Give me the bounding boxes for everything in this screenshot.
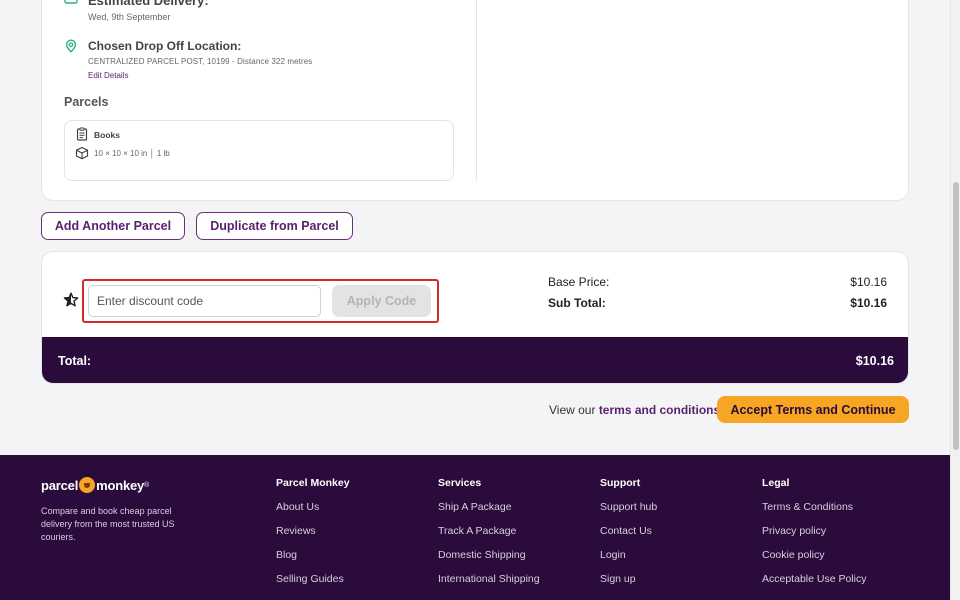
footer-link-about-us[interactable]: About Us	[276, 501, 350, 515]
estimated-delivery-label: Estimated Delivery:	[88, 0, 209, 8]
parcel-name: Books	[94, 130, 120, 140]
footer-link-contact-us[interactable]: Contact Us	[600, 525, 657, 539]
footer-column-services: Services Ship A Package Track A Package …	[438, 477, 540, 597]
total-value: $10.16	[855, 354, 894, 368]
scrollbar-thumb[interactable]	[953, 182, 959, 450]
column-divider	[476, 0, 477, 181]
footer-link-cookie-policy[interactable]: Cookie policy	[762, 549, 866, 563]
footer-link-reviews[interactable]: Reviews	[276, 525, 350, 539]
footer-column-support: Support Support hub Contact Us Login Sig…	[600, 477, 657, 597]
parcels-heading: Parcels	[64, 95, 109, 109]
price-summary-card: Apply Code Base Price: $10.16 Sub Total:…	[41, 251, 909, 384]
terms-and-conditions-link[interactable]: terms and conditions	[599, 403, 720, 417]
footer-link-terms[interactable]: Terms & Conditions	[762, 501, 866, 515]
footer-tagline: Compare and book cheap parcel delivery f…	[41, 506, 175, 542]
footer-link-login[interactable]: Login	[600, 549, 657, 563]
parcel-dimensions: 10 × 10 × 10 in │ 1 lb	[94, 149, 170, 158]
shipment-details-card: Estimated Delivery: Wed, 9th September C…	[41, 0, 909, 201]
footer-column-legal: Legal Terms & Conditions Privacy policy …	[762, 477, 866, 597]
terms-line: View our terms and conditions	[549, 403, 720, 417]
dropoff-address: CENTRALIZED PARCEL POST, 10199 - Distanc…	[88, 57, 313, 66]
footer-link-blog[interactable]: Blog	[276, 549, 350, 563]
calendar-icon	[64, 0, 78, 4]
parcel-monkey-logo[interactable]: parcel monkey ®	[41, 477, 149, 493]
footer-link-acceptable-use-policy[interactable]: Acceptable Use Policy	[762, 573, 866, 587]
footer-link-ship-a-package[interactable]: Ship A Package	[438, 501, 540, 515]
footer-link-domestic-shipping[interactable]: Domestic Shipping	[438, 549, 540, 563]
footer-link-support-hub[interactable]: Support hub	[600, 501, 657, 515]
total-label: Total:	[58, 354, 92, 368]
page-scrollbar[interactable]	[950, 0, 960, 600]
logo-text-left: parcel	[41, 477, 79, 493]
parcel-item: Books 10 × 10 × 10 in │ 1 lb	[64, 120, 454, 181]
dropoff-location-label: Chosen Drop Off Location:	[88, 39, 242, 53]
clipboard-icon	[76, 127, 88, 141]
footer-heading: Legal	[762, 477, 790, 489]
subtotal-value: $10.16	[850, 296, 887, 310]
apply-code-button[interactable]: Apply Code	[332, 285, 431, 317]
footer-link-track-a-package[interactable]: Track A Package	[438, 525, 540, 539]
add-another-parcel-button[interactable]: Add Another Parcel	[41, 212, 185, 240]
footer-heading: Services	[438, 477, 482, 489]
star-icon	[63, 292, 79, 307]
footer-heading: Support	[600, 477, 641, 489]
footer-column-parcel-monkey: Parcel Monkey About Us Reviews Blog Sell…	[276, 477, 350, 597]
base-price-value: $10.16	[850, 275, 887, 289]
monkey-face-icon	[79, 477, 96, 493]
footer-link-sign-up[interactable]: Sign up	[600, 573, 657, 587]
site-footer: parcel monkey ® Compare and book cheap p…	[0, 455, 950, 600]
subtotal-label: Sub Total:	[548, 296, 606, 310]
footer-heading: Parcel Monkey	[276, 477, 350, 489]
total-bar: Total: $10.16	[42, 337, 908, 383]
logo-text-right: monkey	[96, 477, 145, 493]
accept-terms-continue-button[interactable]: Accept Terms and Continue	[717, 396, 909, 423]
box-icon	[75, 146, 89, 160]
logo-registered-mark: ®	[144, 481, 150, 489]
discount-code-input[interactable]	[88, 285, 321, 317]
duplicate-from-parcel-button[interactable]: Duplicate from Parcel	[196, 212, 353, 240]
location-pin-icon	[65, 39, 77, 53]
estimated-delivery-date: Wed, 9th September	[88, 12, 171, 22]
footer-link-privacy-policy[interactable]: Privacy policy	[762, 525, 866, 539]
terms-prefix: View our	[549, 403, 599, 417]
footer-link-selling-guides[interactable]: Selling Guides	[276, 573, 350, 587]
base-price-label: Base Price:	[548, 275, 610, 289]
footer-link-international-shipping[interactable]: International Shipping	[438, 573, 540, 587]
edit-details-link[interactable]: Edit Details	[88, 71, 128, 80]
